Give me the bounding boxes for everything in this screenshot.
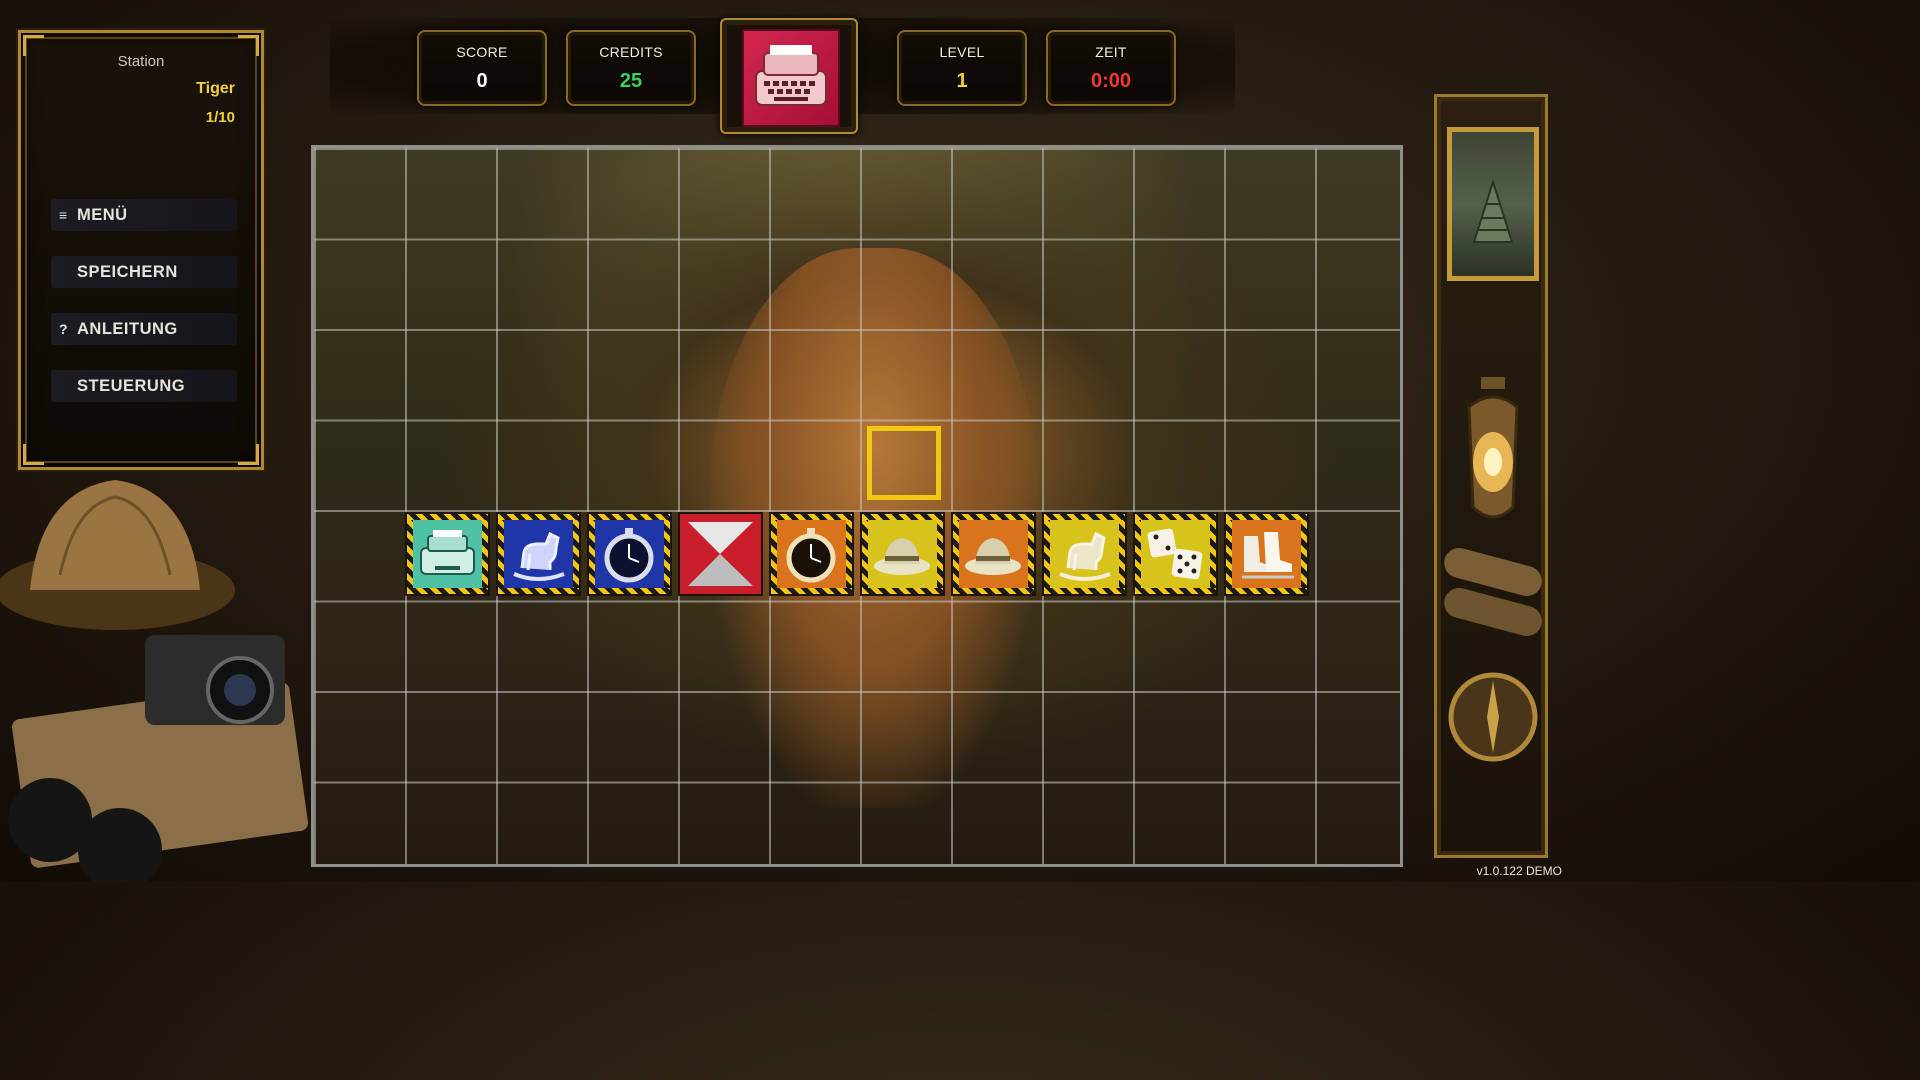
corner-ornament [23, 444, 44, 465]
credits-label: CREDITS [599, 44, 663, 60]
temple-painting [1447, 127, 1539, 281]
instructions-button-label: ANLEITUNG [77, 319, 178, 338]
time-display: ZEIT 0:00 [1046, 30, 1176, 106]
save-button[interactable]: SPEICHERN [51, 256, 237, 288]
version-label: v1.0.122 DEMO [1476, 864, 1562, 878]
corner-ornament [238, 444, 259, 465]
tile-skates[interactable] [1224, 512, 1309, 596]
lantern-icon [1444, 377, 1542, 762]
time-value: 0:00 [1090, 70, 1132, 92]
controls-button[interactable]: STEUERUNG [51, 370, 237, 402]
credits-value: 25 [619, 70, 643, 92]
hat-icon [874, 538, 930, 575]
credits-display: CREDITS 25 [566, 30, 696, 106]
game-board[interactable] [311, 145, 1403, 867]
level-display: LEVEL 1 [897, 30, 1027, 106]
save-button-label: SPEICHERN [77, 262, 178, 281]
tile-hourglass[interactable] [678, 512, 763, 596]
ice-skates-icon [1242, 532, 1294, 579]
next-item-display [720, 18, 858, 134]
station-name: Tiger [196, 80, 235, 97]
right-decor-panel [1434, 94, 1548, 858]
rocking-horse-icon [513, 531, 565, 581]
hat-icon [965, 538, 1021, 575]
station-label: Station [117, 53, 165, 70]
tile-hat[interactable] [951, 512, 1036, 596]
dice-icon [1147, 528, 1203, 580]
tile-rocking-horse[interactable] [1042, 512, 1127, 596]
question-icon: ? [59, 321, 69, 337]
level-label: LEVEL [939, 44, 985, 60]
time-label: ZEIT [1095, 44, 1127, 60]
station-progress: 1/10 [205, 109, 235, 126]
tile-typewriter[interactable] [405, 512, 490, 596]
hourglass-icon [688, 522, 753, 586]
placement-cursor[interactable] [867, 426, 941, 500]
tile-stopwatch[interactable] [587, 512, 672, 596]
stopwatch-icon [786, 528, 836, 583]
explorer-gear-decoration [0, 480, 309, 882]
typewriter-icon [420, 530, 475, 575]
score-value: 0 [476, 70, 488, 92]
tile-hat[interactable] [860, 512, 945, 596]
station-panel: Station Tiger 1/10 ≡ MENÜ SPEICHERN ? AN… [18, 30, 264, 470]
stopwatch-icon [604, 528, 654, 583]
instructions-button[interactable]: ? ANLEITUNG [51, 313, 237, 345]
controls-button-label: STEUERUNG [77, 376, 186, 395]
rocking-horse-icon [1059, 531, 1111, 581]
score-display: SCORE 0 [417, 30, 547, 106]
typewriter-icon [755, 45, 827, 106]
tile-rocking-horse[interactable] [496, 512, 581, 596]
menu-button-label: MENÜ [77, 205, 128, 224]
tile-dice[interactable] [1133, 512, 1218, 596]
score-label: SCORE [456, 44, 508, 60]
tile-stopwatch[interactable] [769, 512, 854, 596]
hamburger-menu-icon: ≡ [59, 207, 68, 223]
level-value: 1 [956, 70, 968, 92]
menu-button[interactable]: ≡ MENÜ [51, 199, 237, 231]
